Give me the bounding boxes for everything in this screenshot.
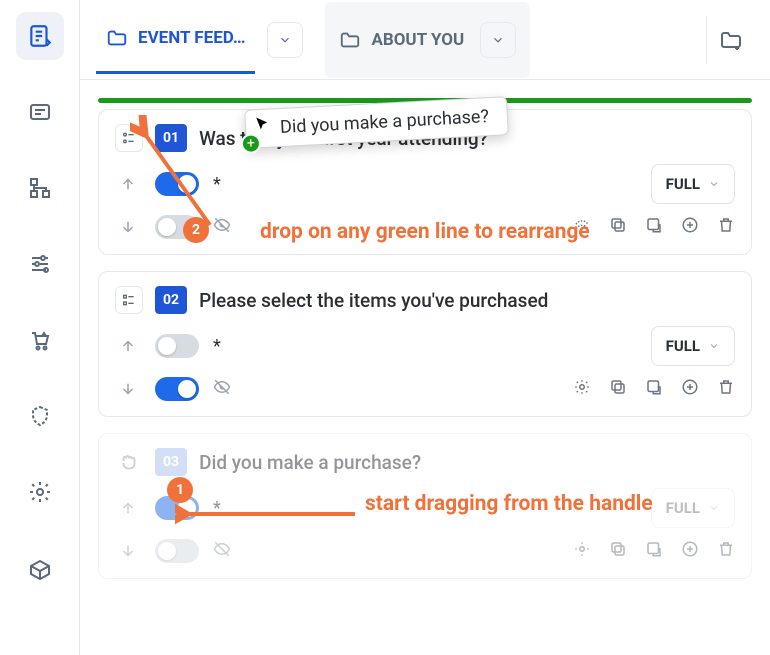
duplicate-icon[interactable]	[645, 378, 663, 400]
move-up-button[interactable]	[115, 333, 141, 359]
add-tab-button[interactable]	[706, 16, 754, 64]
tabs-bar: EVENT FEED… ABOUT YOU	[80, 0, 770, 80]
width-select[interactable]: FULL	[651, 164, 735, 204]
tab-event-feed[interactable]: EVENT FEED…	[96, 5, 255, 74]
folder-icon	[339, 29, 361, 51]
chevron-down-icon	[491, 33, 505, 47]
folder-plus-icon	[719, 28, 743, 52]
move-up-button[interactable]	[115, 495, 141, 521]
question-title: Did you make a purchase?	[199, 451, 421, 474]
folder-icon	[106, 27, 128, 49]
move-down-button[interactable]	[115, 214, 141, 240]
tab-inactive-chevron[interactable]	[480, 22, 516, 58]
width-select[interactable]: FULL	[651, 326, 735, 366]
eye-off-icon	[213, 540, 231, 562]
required-star: *	[213, 336, 221, 357]
rail-flow-icon[interactable]	[16, 164, 64, 212]
rail-package-icon[interactable]	[16, 544, 64, 592]
eye-off-icon	[213, 216, 231, 238]
content-area: 01 Was this your first year attending? *…	[80, 80, 770, 655]
width-select[interactable]: FULL	[651, 488, 735, 528]
add-icon[interactable]	[681, 378, 699, 400]
question-title[interactable]: Please select the items you've purchased	[199, 289, 548, 312]
tab-label: EVENT FEED…	[138, 28, 245, 48]
trash-icon[interactable]	[717, 378, 735, 400]
rail-form-icon[interactable]	[16, 88, 64, 136]
chevron-down-icon	[708, 178, 720, 190]
required-star: *	[213, 498, 221, 519]
tab-active-chevron[interactable]	[267, 22, 303, 58]
rail-shield-icon[interactable]	[16, 392, 64, 440]
required-star: *	[213, 174, 221, 195]
chevron-down-icon	[708, 502, 720, 514]
rail-cart-icon[interactable]	[16, 316, 64, 364]
settings-icon[interactable]	[573, 378, 591, 400]
question-number-handle[interactable]: 02	[155, 286, 187, 314]
rail-survey-icon[interactable]	[16, 12, 64, 60]
question-card-dragging: 03 Did you make a purchase? * FULL	[98, 433, 752, 579]
eye-off-icon	[213, 378, 231, 400]
settings-icon[interactable]	[573, 216, 591, 238]
trash-icon[interactable]	[717, 216, 735, 238]
required-toggle[interactable]	[155, 172, 199, 196]
copy-icon[interactable]	[609, 216, 627, 238]
tab-about-you[interactable]: ABOUT YOU	[325, 2, 530, 78]
copy-icon[interactable]	[609, 378, 627, 400]
rail-gear-icon[interactable]	[16, 468, 64, 516]
rail-sliders-icon[interactable]	[16, 240, 64, 288]
add-icon[interactable]	[681, 216, 699, 238]
settings-icon[interactable]	[573, 540, 591, 562]
question-card: 02 Please select the items you've purcha…	[98, 271, 752, 417]
chevron-down-icon	[278, 33, 292, 47]
move-down-button[interactable]	[115, 376, 141, 402]
move-down-button[interactable]	[115, 538, 141, 564]
visibility-toggle[interactable]	[155, 215, 199, 239]
question-type-icon[interactable]	[115, 286, 143, 314]
tab-label: ABOUT YOU	[371, 30, 464, 50]
copy-icon[interactable]	[609, 540, 627, 562]
visibility-toggle[interactable]	[155, 539, 199, 563]
grab-handle-icon[interactable]	[115, 448, 143, 476]
chevron-down-icon	[708, 340, 720, 352]
move-up-button[interactable]	[115, 171, 141, 197]
visibility-toggle[interactable]	[155, 377, 199, 401]
main-area: EVENT FEED… ABOUT YOU	[80, 0, 770, 655]
required-toggle[interactable]	[155, 496, 199, 520]
question-type-icon[interactable]	[115, 124, 143, 152]
duplicate-icon[interactable]	[645, 540, 663, 562]
trash-icon[interactable]	[717, 540, 735, 562]
question-number-handle[interactable]: 03	[155, 448, 187, 476]
duplicate-icon[interactable]	[645, 216, 663, 238]
add-icon[interactable]	[681, 540, 699, 562]
left-rail	[0, 0, 80, 655]
required-toggle[interactable]	[155, 334, 199, 358]
question-number-handle[interactable]: 01	[155, 124, 187, 152]
